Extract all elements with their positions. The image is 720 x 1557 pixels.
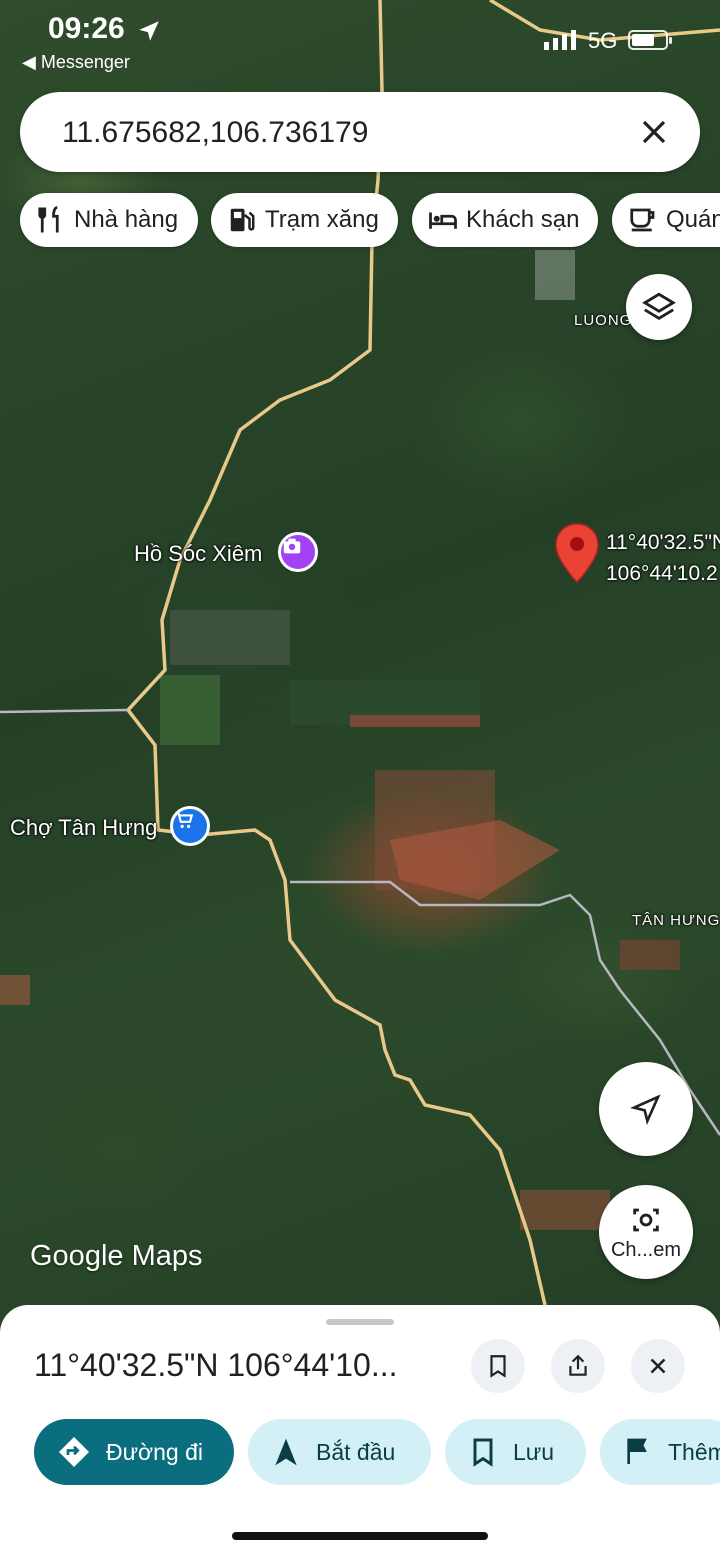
- maps-app: LUONG Hồ Sóc Xiêm Chợ Tân Hưng TÂN HƯNG …: [0, 0, 720, 1557]
- signal-icon: [544, 30, 576, 50]
- area-label-tan-hung: TÂN HƯNG: [632, 912, 720, 929]
- lens-search-button[interactable]: Ch...em: [599, 1185, 693, 1279]
- status-bar: 09:26 ◀ Messenger 5G: [0, 0, 720, 80]
- chip-gas-stations[interactable]: Trạm xăng: [211, 193, 398, 247]
- category-chips: Nhà hàng Trạm xăng Khách sạn Quán: [20, 193, 720, 247]
- chip-label: Nhà hàng: [74, 206, 179, 233]
- map-layers-button[interactable]: [626, 274, 692, 340]
- chip-label: Trạm xăng: [265, 206, 379, 233]
- hotel-icon: [429, 212, 457, 229]
- sheet-drag-handle[interactable]: [326, 1319, 394, 1325]
- location-arrow-icon: [139, 21, 159, 41]
- bookmark-icon: [473, 1438, 493, 1467]
- navigation-arrow-icon: [630, 1094, 661, 1125]
- pin-longitude-label: 106°44'10.2: [606, 562, 718, 585]
- more-button[interactable]: Thêm: [600, 1419, 720, 1485]
- save-place-button[interactable]: [471, 1339, 525, 1393]
- action-label: Thêm: [668, 1438, 720, 1465]
- start-button[interactable]: Bắt đầu: [248, 1419, 431, 1485]
- poi-label-ho-soc-xiem[interactable]: Hồ Sóc Xiêm: [134, 541, 262, 567]
- home-indicator[interactable]: [232, 1532, 488, 1540]
- my-location-button[interactable]: [599, 1062, 693, 1156]
- clear-search-icon[interactable]: [634, 112, 674, 152]
- flag-icon: [627, 1438, 647, 1464]
- network-type: 5G: [588, 28, 618, 53]
- place-title: 11°40'32.5"N 106°44'10...: [34, 1347, 398, 1383]
- restaurant-icon: [38, 206, 59, 233]
- navigation-arrow-icon: [275, 1438, 297, 1466]
- action-label: Đường đi: [106, 1438, 203, 1465]
- directions-button[interactable]: Đường đi: [34, 1419, 234, 1485]
- area-label-luong: LUONG: [574, 312, 633, 329]
- layers-icon: [642, 292, 676, 320]
- directions-icon: [59, 1437, 89, 1467]
- save-button[interactable]: Lưu: [445, 1419, 586, 1485]
- google-maps-logo: Google Maps: [30, 1240, 203, 1272]
- gas-station-icon: [230, 208, 255, 232]
- photo-poi-icon[interactable]: [278, 532, 318, 572]
- battery-level: [632, 34, 654, 46]
- close-icon: [650, 1358, 666, 1374]
- status-time: 09:26: [48, 12, 125, 45]
- action-label: Bắt đầu: [316, 1438, 396, 1465]
- back-to-messenger[interactable]: ◀ Messenger: [22, 52, 130, 73]
- battery-icon: [628, 30, 672, 50]
- chip-label: Khách sạn: [466, 206, 580, 233]
- pin-latitude-label: 11°40'32.5"N: [606, 531, 720, 554]
- action-label: Lưu: [513, 1438, 554, 1465]
- chip-label: Quán: [666, 206, 720, 233]
- shopping-cart-icon[interactable]: [170, 806, 210, 846]
- search-bar[interactable]: 11.675682,106.736179: [20, 92, 700, 172]
- chip-restaurants[interactable]: Nhà hàng: [20, 193, 198, 247]
- place-bottom-sheet[interactable]: 11°40'32.5"N 106°44'10... Đường đi Bắt đ…: [0, 1305, 720, 1557]
- location-pin-icon[interactable]: [554, 522, 600, 584]
- chip-coffee[interactable]: Quán: [612, 193, 720, 247]
- share-icon: [569, 1354, 587, 1376]
- share-button[interactable]: [551, 1339, 605, 1393]
- chip-hotels[interactable]: Khách sạn: [412, 193, 598, 247]
- coffee-icon: [630, 208, 655, 232]
- lens-label: Ch...em: [610, 1238, 682, 1261]
- search-input[interactable]: 11.675682,106.736179: [62, 116, 368, 150]
- close-sheet-button[interactable]: [631, 1339, 685, 1393]
- camera-lens-icon: [633, 1208, 659, 1231]
- poi-label-cho-tan-hung[interactable]: Chợ Tân Hưng: [10, 815, 157, 841]
- bookmark-icon: [490, 1355, 506, 1378]
